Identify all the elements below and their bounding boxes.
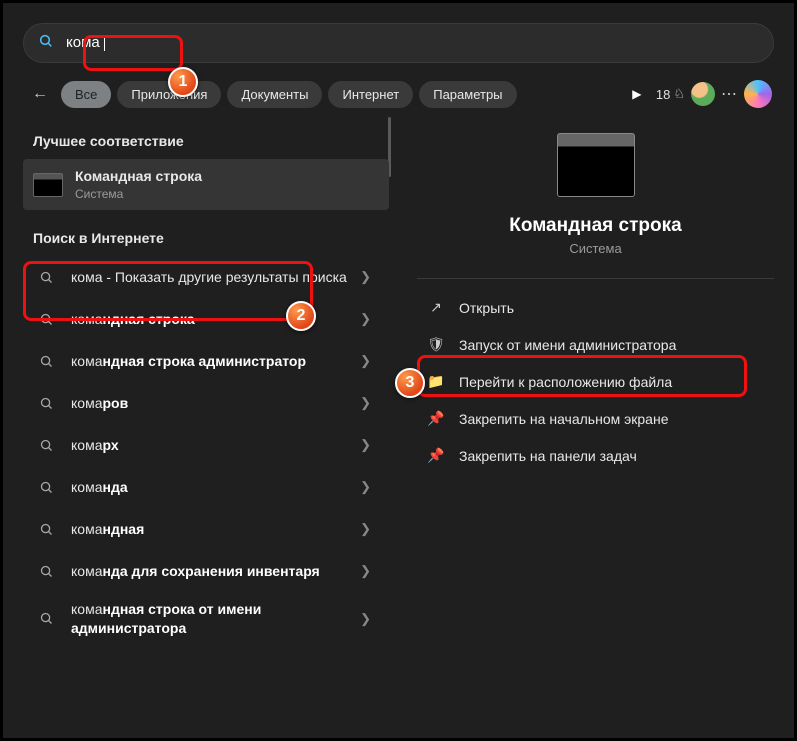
search-icon — [33, 390, 59, 416]
search-icon — [33, 606, 59, 632]
preview-app-icon — [557, 133, 635, 197]
more-button[interactable]: ⋯ — [721, 84, 738, 104]
action-open[interactable]: ↗ Открыть — [417, 289, 774, 326]
search-icon — [33, 348, 59, 374]
web-result-item[interactable]: командная строка❯ — [19, 298, 393, 340]
tab-all[interactable]: Все — [61, 81, 111, 108]
action-open-file-location[interactable]: 📁 Перейти к расположению файла — [417, 363, 774, 400]
section-web-search: Поиск в Интернете — [19, 222, 393, 256]
start-search-window: 1 кома ← Все Приложения Документы Интерн… — [13, 23, 784, 738]
tab-internet[interactable]: Интернет — [328, 81, 413, 108]
search-icon — [33, 558, 59, 584]
chevron-right-icon: ❯ — [360, 521, 379, 537]
web-result-text: комарх — [71, 436, 348, 455]
search-bar[interactable]: кома — [23, 23, 774, 63]
web-result-item[interactable]: команда ❯ — [19, 466, 393, 508]
web-result-text: командная строка от имени администратора — [71, 600, 348, 638]
preview-subtitle: Система — [417, 241, 774, 256]
preview-title: Командная строка — [417, 215, 774, 237]
filter-tabs-row: ← Все Приложения Документы Интернет Пара… — [13, 63, 784, 117]
text-caret — [104, 35, 105, 51]
search-icon — [33, 474, 59, 500]
search-icon — [33, 516, 59, 542]
copilot-button[interactable] — [744, 80, 772, 108]
chevron-right-icon: ❯ — [360, 353, 379, 369]
web-result-text: команда — [71, 478, 348, 497]
action-label: Запуск от имени администратора — [459, 337, 676, 353]
action-label: Закрепить на начальном экране — [459, 411, 669, 427]
rewards-count: 18 — [656, 87, 670, 102]
divider — [417, 278, 774, 279]
web-result-item[interactable]: кома - Показать другие результаты поиска… — [19, 256, 393, 298]
action-pin-start[interactable]: 📌 Закрепить на начальном экране — [417, 400, 774, 437]
web-result-text: комаров — [71, 394, 348, 413]
back-button[interactable]: ← — [25, 79, 55, 109]
action-label: Закрепить на панели задач — [459, 448, 637, 464]
result-title: Командная строка — [75, 167, 375, 186]
web-result-item[interactable]: командная строка от имени администратора… — [19, 592, 393, 646]
search-input[interactable]: кома — [62, 32, 104, 53]
chevron-right-icon: ❯ — [360, 479, 379, 495]
action-pin-taskbar[interactable]: 📌 Закрепить на панели задач — [417, 437, 774, 474]
search-icon — [33, 264, 59, 290]
search-icon — [38, 33, 54, 53]
action-label: Перейти к расположению файла — [459, 374, 672, 390]
preview-pane: Командная строка Система 3 ↗ Открыть 🛡 З… — [393, 117, 784, 724]
search-icon — [33, 432, 59, 458]
search-icon — [33, 306, 59, 332]
chevron-right-icon: ❯ — [360, 269, 379, 285]
shield-icon: 🛡 — [427, 336, 445, 353]
cmd-icon — [33, 173, 63, 197]
annotation-badge-2: 2 — [286, 301, 316, 331]
chevron-right-icon: ❯ — [360, 311, 379, 327]
web-result-item[interactable]: комаров ❯ — [19, 382, 393, 424]
web-result-text: командная строка администратор — [71, 352, 348, 371]
action-run-as-admin[interactable]: 🛡 Запуск от имени администратора — [417, 326, 774, 363]
chevron-right-icon: ❯ — [360, 437, 379, 453]
rewards-button[interactable]: 18 ♘ — [656, 86, 685, 102]
web-result-text: команда для сохранения инвентаря — [71, 562, 348, 581]
user-avatar[interactable] — [691, 82, 715, 106]
web-result-text: кома - Показать другие результаты поиска — [71, 268, 348, 287]
chevron-right-icon: ❯ — [360, 611, 379, 627]
chevron-right-icon: ❯ — [360, 563, 379, 579]
section-best-match: Лучшее соответствие — [19, 125, 393, 159]
folder-icon: 📁 — [427, 373, 445, 390]
open-icon: ↗ — [427, 299, 445, 316]
result-command-prompt[interactable]: Командная строка Система — [23, 159, 389, 210]
web-result-item[interactable]: командная строка администратор ❯ — [19, 340, 393, 382]
web-result-item[interactable]: команда для сохранения инвентаря ❯ — [19, 550, 393, 592]
chevron-right-icon: ❯ — [360, 395, 379, 411]
web-result-text: командная — [71, 520, 348, 539]
pin-icon: 📌 — [427, 410, 445, 427]
tab-settings[interactable]: Параметры — [419, 81, 516, 108]
web-result-item[interactable]: командная ❯ — [19, 508, 393, 550]
action-label: Открыть — [459, 300, 514, 316]
web-result-item[interactable]: комарх ❯ — [19, 424, 393, 466]
play-button[interactable]: ▶ — [624, 87, 650, 101]
annotation-badge-1: 1 — [168, 67, 198, 97]
result-subtitle: Система — [75, 186, 375, 202]
results-pane: Лучшее соответствие 2 Командная строка С… — [13, 117, 393, 724]
trophy-icon: ♘ — [673, 86, 685, 102]
annotation-badge-3: 3 — [395, 368, 425, 398]
tab-documents[interactable]: Документы — [227, 81, 322, 108]
pin-icon: 📌 — [427, 447, 445, 464]
